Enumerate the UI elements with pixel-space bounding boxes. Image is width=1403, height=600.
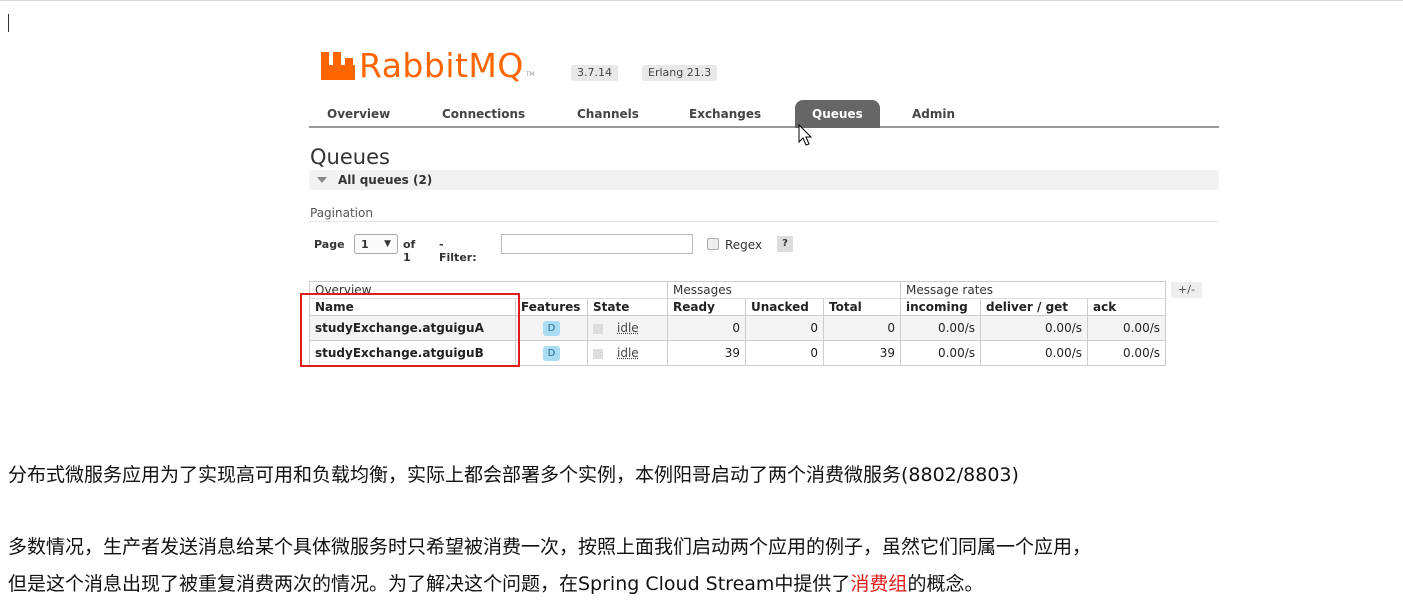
group-messages: Messages xyxy=(667,281,901,299)
ready-count: 0 xyxy=(667,315,746,341)
page-title: Queues xyxy=(310,145,390,169)
col-total[interactable]: Total xyxy=(823,298,901,316)
col-ack[interactable]: ack xyxy=(1087,298,1166,316)
unacked-count: 0 xyxy=(745,340,824,366)
group-message-rates: Message rates xyxy=(900,281,1166,299)
col-unacked[interactable]: Unacked xyxy=(745,298,824,316)
state-indicator-icon xyxy=(593,348,603,359)
columns-toggle-button[interactable]: +/- xyxy=(1171,282,1202,298)
page-select[interactable]: 1 ▼ xyxy=(354,234,398,254)
filter-label: - Filter: xyxy=(439,238,477,264)
regex-label: Regex xyxy=(725,238,763,252)
page-count-label: of 1 xyxy=(403,238,416,264)
deliver-get-rate: 0.00/s xyxy=(980,315,1088,341)
rabbitmq-logo-icon xyxy=(321,52,355,80)
ack-rate: 0.00/s xyxy=(1087,315,1166,341)
incoming-rate: 0.00/s xyxy=(900,340,981,366)
chevron-down-icon: ▼ xyxy=(384,239,391,249)
col-incoming[interactable]: incoming xyxy=(900,298,981,316)
col-deliver-get[interactable]: deliver / get xyxy=(980,298,1088,316)
durable-badge: D xyxy=(543,346,560,361)
queue-state: idle xyxy=(617,346,639,360)
pagination-divider xyxy=(309,221,1219,222)
ack-rate: 0.00/s xyxy=(1087,340,1166,366)
incoming-rate: 0.00/s xyxy=(900,315,981,341)
note-paragraph-2: 多数情况，生产者发送消息给某个具体微服务时只希望被消费一次，按照上面我们启动两个… xyxy=(8,536,1092,558)
collapse-triangle-icon xyxy=(317,177,327,183)
deliver-get-rate: 0.00/s xyxy=(980,340,1088,366)
note-text: 的概念。 xyxy=(907,573,984,595)
note-text: 但是这个消息出现了被重复消费两次的情况。为了解决这个问题，在Spring Clo… xyxy=(8,573,851,595)
highlight-box xyxy=(300,293,520,367)
erlang-version-badge: Erlang 21.3 xyxy=(642,65,718,81)
rabbitmq-version-badge: 3.7.14 xyxy=(571,65,618,81)
tab-connections[interactable]: Connections xyxy=(442,106,525,122)
regex-help-button[interactable]: ? xyxy=(777,236,793,252)
col-state[interactable]: State xyxy=(587,298,668,316)
note-paragraph-1: 分布式微服务应用为了实现高可用和负载均衡，实际上都会部署多个实例，本例阳哥启动了… xyxy=(8,464,1019,486)
note-paragraph-3: 但是这个消息出现了被重复消费两次的情况。为了解决这个问题，在Spring Clo… xyxy=(8,572,983,596)
text-caret xyxy=(8,14,9,32)
main-nav-tabs: Overview Connections Channels Exchanges … xyxy=(309,100,1219,128)
tab-overview[interactable]: Overview xyxy=(327,106,390,122)
section-label: All queues (2) xyxy=(338,173,433,187)
mouse-pointer-icon xyxy=(798,124,813,146)
logo-trademark: TM xyxy=(525,71,535,78)
top-divider xyxy=(0,0,1403,1)
col-features: Features xyxy=(515,298,588,316)
unacked-count: 0 xyxy=(745,315,824,341)
total-count: 0 xyxy=(823,315,901,341)
tab-admin[interactable]: Admin xyxy=(912,106,955,122)
page-select-value: 1 xyxy=(361,238,369,251)
regex-checkbox[interactable] xyxy=(707,238,719,250)
page-label: Page xyxy=(314,238,345,251)
consumer-group-highlight: 消费组 xyxy=(850,573,908,595)
rabbitmq-logo: RabbitMQ TM xyxy=(321,48,535,84)
logo-text: RabbitMQ xyxy=(359,46,524,85)
tab-channels[interactable]: Channels xyxy=(577,106,639,122)
all-queues-section-toggle[interactable]: All queues (2) xyxy=(309,170,1219,190)
state-indicator-icon xyxy=(593,323,603,334)
ready-count: 39 xyxy=(667,340,746,366)
total-count: 39 xyxy=(823,340,901,366)
filter-input[interactable] xyxy=(501,234,693,254)
queue-state: idle xyxy=(617,321,639,335)
pagination-heading: Pagination xyxy=(310,206,373,220)
tab-exchanges[interactable]: Exchanges xyxy=(689,106,761,122)
col-ready[interactable]: Ready xyxy=(667,298,746,316)
durable-badge: D xyxy=(543,321,560,336)
